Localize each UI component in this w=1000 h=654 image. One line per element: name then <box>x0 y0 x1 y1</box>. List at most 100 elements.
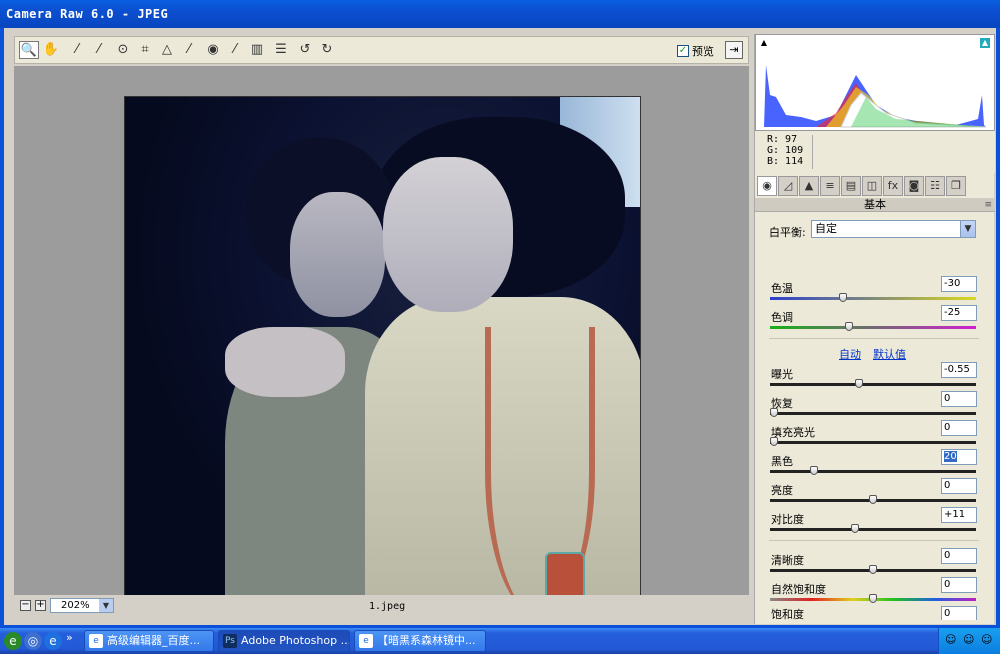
slider-thumb[interactable] <box>869 594 877 603</box>
target-adjust-tool-icon[interactable]: ⊙ <box>113 41 133 59</box>
slider-thumb[interactable] <box>839 293 848 302</box>
adjustment-brush-tool-icon[interactable]: ⁄ <box>225 41 245 59</box>
default-link[interactable]: 默认值 <box>873 346 906 362</box>
slider-value-input[interactable]: +11 <box>941 507 977 523</box>
section-title: 基本 ≡ <box>755 198 995 212</box>
slider-track[interactable] <box>770 528 976 531</box>
ie-icon[interactable]: e <box>44 632 62 650</box>
zoom-bar: − + 202% ▼ 1.jpeg <box>14 595 749 621</box>
ie-icon: e <box>89 634 103 648</box>
slider-value-input[interactable]: -30 <box>941 276 977 292</box>
slider-saturation: 饱和度 0 <box>769 606 979 620</box>
slider-thumb[interactable] <box>770 437 778 446</box>
slider-thumb[interactable] <box>855 379 864 388</box>
panel-tabs: ◉ ◿ ▲ ≡ ▤ ◫ fx ◙ ☷ ❐ <box>755 176 995 198</box>
task-label: Adobe Photoshop ... <box>241 634 350 647</box>
preview-image <box>124 96 641 614</box>
white-balance-tool-icon[interactable]: ⁄ <box>67 41 87 59</box>
photoshop-icon: Ps <box>223 634 237 648</box>
task-label: 【暗黑系森林镜中... <box>377 634 476 647</box>
zoom-tool-icon[interactable]: 🔍 <box>19 41 39 59</box>
slider-value-input[interactable]: 0 <box>941 391 977 407</box>
qq-icon[interactable]: ☺ <box>945 633 956 646</box>
show-desktop-icon[interactable]: ◎ <box>24 632 42 650</box>
system-tray: ☺ ☺ ☺ <box>938 628 1000 654</box>
window-title-bar[interactable]: Camera Raw 6.0 - JPEG <box>0 0 1000 28</box>
start-icon[interactable]: e <box>4 632 22 650</box>
rotate-right-icon[interactable]: ↻ <box>317 41 337 59</box>
rotate-left-icon[interactable]: ↺ <box>295 41 315 59</box>
tab-hsl[interactable]: ≡ <box>820 176 840 196</box>
task-button-browser[interactable]: e 高级编辑器_百度... <box>84 630 214 652</box>
straighten-tool-icon[interactable]: △ <box>157 41 177 59</box>
white-balance-select[interactable]: 自定 ▼ <box>811 220 976 238</box>
quicklaunch-chevron-icon[interactable]: » <box>66 631 73 644</box>
tab-split-toning[interactable]: ▤ <box>841 176 861 196</box>
qq-icon[interactable]: ☺ <box>981 633 992 646</box>
auto-link[interactable]: 自动 <box>839 346 861 362</box>
slider-label: 色调 <box>771 311 793 324</box>
tab-snapshots[interactable]: ❐ <box>946 176 966 196</box>
slider-thumb[interactable] <box>770 408 778 417</box>
slider-label: 自然饱和度 <box>771 583 826 596</box>
slider-value-input[interactable]: 0 <box>941 420 977 436</box>
slider-value-input[interactable]: 0 <box>941 577 977 593</box>
preview-checkbox[interactable]: ✓ <box>677 45 689 57</box>
panel-menu-icon[interactable]: ≡ <box>984 198 992 212</box>
tab-tone-curve[interactable]: ◿ <box>778 176 798 196</box>
zoom-in-button[interactable]: + <box>35 600 46 611</box>
slider-value-input[interactable]: -0.55 <box>941 362 977 378</box>
camera-raw-dialog: 🔍 ✋ ⁄ ⁄ ⊙ ⌗ △ ⁄ ◉ ⁄ ▥ ☰ ↺ ↻ ✓ 预览 ⇥ − + 2… <box>4 28 996 625</box>
task-button-photoshop[interactable]: Ps Adobe Photoshop ... <box>218 630 350 652</box>
red-eye-tool-icon[interactable]: ◉ <box>203 41 223 59</box>
hand-tool-icon[interactable]: ✋ <box>41 41 61 59</box>
slider-track[interactable] <box>770 470 976 473</box>
white-balance-value: 自定 <box>815 222 837 235</box>
fullscreen-icon[interactable]: ⇥ <box>725 41 743 59</box>
tab-detail[interactable]: ▲ <box>799 176 819 196</box>
slider-contrast: 对比度 +11 <box>769 507 979 541</box>
tab-camera-calibration[interactable]: ◙ <box>904 176 924 196</box>
slider-thumb[interactable] <box>809 466 818 475</box>
slider-track[interactable] <box>770 383 976 386</box>
slider-track[interactable] <box>770 297 976 300</box>
slider-thumb[interactable] <box>869 495 877 504</box>
slider-label: 饱和度 <box>771 608 804 620</box>
slider-label: 色温 <box>771 282 793 295</box>
zoom-out-button[interactable]: − <box>20 600 31 611</box>
tab-basic[interactable]: ◉ <box>757 176 777 196</box>
section-title-text: 基本 <box>864 198 886 211</box>
slider-track[interactable] <box>770 441 976 444</box>
slider-track[interactable] <box>770 326 976 329</box>
red-value: R: 97 <box>767 134 798 145</box>
rgb-readout: R: 97 G: 109 B: 114 <box>755 131 995 173</box>
color-sampler-tool-icon[interactable]: ⁄ <box>89 41 109 59</box>
zoom-select[interactable]: 202% ▼ <box>50 598 114 613</box>
green-value: G: 109 <box>767 145 804 156</box>
image-canvas[interactable] <box>14 66 749 621</box>
slider-value-input[interactable]: 0 <box>941 478 977 494</box>
slider-label: 清晰度 <box>771 554 804 567</box>
slider-thumb[interactable] <box>869 565 877 574</box>
tab-effects[interactable]: fx <box>883 176 903 196</box>
preferences-icon[interactable]: ☰ <box>271 41 291 59</box>
graduated-filter-tool-icon[interactable]: ▥ <box>247 41 267 59</box>
crop-tool-icon[interactable]: ⌗ <box>135 41 155 59</box>
task-button-browser-2[interactable]: e 【暗黑系森林镜中... <box>354 630 486 652</box>
slider-thumb[interactable] <box>851 524 860 533</box>
slider-value-input[interactable]: 20 <box>941 449 977 465</box>
tab-presets[interactable]: ☷ <box>925 176 945 196</box>
slider-track[interactable] <box>770 412 976 415</box>
slider-value-input[interactable]: -25 <box>941 305 977 321</box>
spot-removal-tool-icon[interactable]: ⁄ <box>179 41 199 59</box>
slider-value-input[interactable]: 0 <box>941 548 977 564</box>
task-label: 高级编辑器_百度... <box>107 634 200 647</box>
slider-thumb[interactable] <box>845 322 854 331</box>
taskbar: e ◎ e » e 高级编辑器_百度... Ps Adobe Photoshop… <box>0 628 1000 654</box>
tab-lens-corrections[interactable]: ◫ <box>862 176 882 196</box>
preview-toggle[interactable]: ✓ 预览 <box>677 43 714 59</box>
adjust-panel: ▲ ▲ R: 97 G: 109 B: 114 ◉ ◿ ▲ ≡ ▤ ◫ fx ◙… <box>754 34 995 624</box>
blue-value: B: 114 <box>767 156 804 167</box>
qq-icon[interactable]: ☺ <box>963 633 974 646</box>
slider-value-input[interactable]: 0 <box>941 606 977 620</box>
